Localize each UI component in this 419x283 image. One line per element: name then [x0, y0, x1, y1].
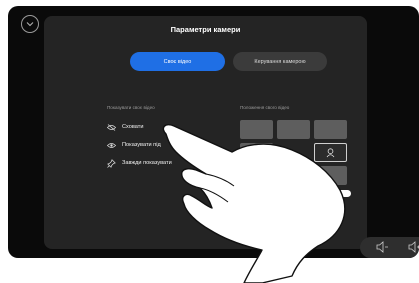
self-view-section-label: Показувати своє відео: [107, 105, 155, 110]
pin-icon: [107, 158, 116, 168]
option-hide[interactable]: Сховати: [107, 122, 143, 132]
position-cell[interactable]: [314, 166, 347, 185]
option-show-in-call-label: Показувати під: [122, 142, 161, 148]
option-always-show[interactable]: Завжди показувати: [107, 158, 172, 168]
eye-off-icon: [107, 123, 116, 131]
eye-icon: [107, 142, 116, 148]
option-always-show-label: Завжди показувати: [122, 160, 172, 166]
position-section-label: Положення свого відео: [240, 105, 290, 110]
dialog-title: Параметри камери: [170, 25, 241, 34]
camera-settings-dialog: Параметри камери Своє відео Керування ка…: [44, 16, 367, 249]
device-screen: Параметри камери Своє відео Керування ка…: [8, 6, 419, 258]
volume-up-icon[interactable]: [408, 241, 419, 253]
option-show-in-call[interactable]: Показувати під: [107, 140, 161, 150]
tab-self-view[interactable]: Своє відео: [130, 52, 225, 71]
position-cell[interactable]: [240, 143, 273, 162]
toggle-switch[interactable]: [334, 190, 351, 197]
chevron-down-icon: [26, 22, 34, 27]
position-cell[interactable]: [277, 120, 310, 139]
position-cell-selected[interactable]: [314, 143, 347, 162]
position-cell[interactable]: [314, 120, 347, 139]
option-hide-label: Сховати: [122, 124, 144, 130]
volume-control: [360, 237, 419, 258]
volume-down-icon[interactable]: [376, 241, 389, 253]
position-cell[interactable]: [240, 120, 273, 139]
tab-camera-control[interactable]: Керування камерою: [233, 52, 327, 71]
self-view-person-icon: [326, 148, 335, 158]
back-button[interactable]: [21, 15, 39, 33]
